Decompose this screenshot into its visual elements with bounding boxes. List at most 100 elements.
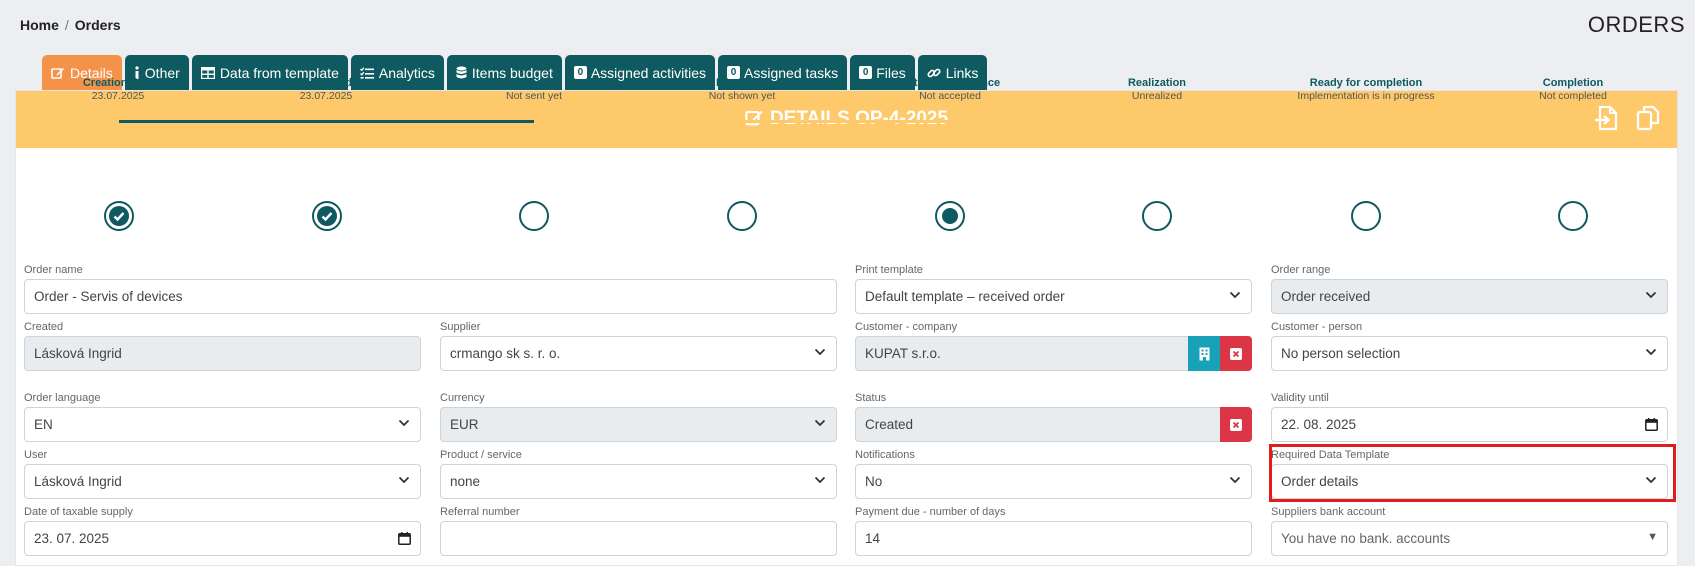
field-label: Payment due - number of days: [855, 506, 1006, 518]
step-creation-date: Creation date 23.07.2025: [18, 76, 218, 103]
field-label: Supplier: [440, 321, 481, 333]
chevron-down-icon: [814, 348, 826, 356]
calendar-icon[interactable]: [1645, 418, 1658, 431]
step-label: Date of acceptance: [899, 77, 1001, 89]
supplier-select[interactable]: crmango sk s. r. o.: [440, 336, 837, 371]
step-dot-pending: [1142, 201, 1172, 231]
status-field: Status Created: [855, 391, 1252, 442]
order-name-input[interactable]: Order - Servis of devices: [24, 279, 837, 314]
payment-due-input[interactable]: 14: [855, 521, 1252, 556]
order-range-select[interactable]: Order received: [1271, 279, 1668, 314]
user-select[interactable]: Lásková Ingrid: [24, 464, 421, 499]
field-label: Referral number: [440, 506, 520, 518]
step-date-of-acceptance: Date of acceptance Not accepted: [850, 76, 1050, 103]
user-field: User Lásková Ingrid: [24, 448, 421, 499]
date-of-taxable-supply-input[interactable]: 23. 07. 2025: [24, 521, 421, 556]
step-label: Ready for completion: [1309, 77, 1423, 89]
field-value: none: [450, 474, 481, 489]
step-label: Completion: [1542, 77, 1604, 89]
field-value: Default template – received order: [865, 289, 1065, 304]
customer-person-select[interactable]: No person selection: [1271, 336, 1668, 371]
field-label: Print template: [855, 264, 923, 276]
panel-title-text: DETAILS OP-4-2025: [769, 108, 949, 129]
suppliers-bank-account-field: Suppliers bank account You have no bank.…: [1271, 505, 1668, 556]
order-range-field: Order range Order received: [1271, 263, 1668, 314]
breadcrumb-home[interactable]: Home: [20, 17, 59, 33]
currency-select[interactable]: EUR: [440, 407, 837, 442]
step-value: Implementation is in progress: [1297, 90, 1435, 102]
step-value: Not completed: [1539, 90, 1607, 102]
customer-person-field: Customer - person No person selection: [1271, 320, 1668, 371]
field-label: Status: [855, 392, 887, 404]
step-value: 23.07.2025: [91, 90, 145, 102]
payment-due-field: Payment due - number of days 14: [855, 505, 1252, 556]
file-export-icon: [1595, 105, 1618, 131]
field-label: Order language: [24, 392, 101, 404]
status-input[interactable]: Created: [855, 407, 1252, 442]
product-service-select[interactable]: none: [440, 464, 837, 499]
step-dot-pending: [1558, 201, 1588, 231]
print-template-select[interactable]: Default template – received order: [855, 279, 1252, 314]
chevron-down-icon: [1645, 291, 1657, 299]
validity-until-field: Validity until 22. 08. 2025: [1271, 391, 1668, 442]
step-dot-current: [935, 201, 965, 231]
step-realization: Realization Unrealized: [1057, 76, 1257, 103]
export-file-button[interactable]: [1594, 105, 1620, 131]
step-dot-done: [312, 201, 342, 231]
clear-company-button[interactable]: [1220, 336, 1252, 371]
field-value: Created: [865, 417, 914, 432]
field-label: Order range: [1271, 264, 1331, 276]
product-service-field: Product / service none: [440, 448, 837, 499]
field-label: Order name: [24, 264, 83, 276]
referral-number-field: Referral number: [440, 505, 837, 556]
step-value: Not shown yet: [708, 90, 776, 102]
field-label: User: [24, 449, 48, 461]
top-bar: Home / Orders ORDERS: [0, 0, 1695, 50]
field-label: Suppliers bank account: [1271, 506, 1386, 518]
page-title: ORDERS: [1587, 12, 1685, 37]
breadcrumb-current[interactable]: Orders: [75, 17, 121, 33]
company-lookup-button[interactable]: [1188, 336, 1220, 371]
field-value: EN: [34, 417, 53, 432]
close-icon: [1230, 418, 1242, 431]
step-label: Last edited date: [284, 77, 368, 89]
customer-company-input[interactable]: KUPAT s.r.o.: [855, 336, 1252, 371]
field-label: Currency: [440, 392, 485, 404]
created-field: Created Lásková Ingrid: [24, 320, 421, 371]
notifications-select[interactable]: No: [855, 464, 1252, 499]
notifications-field: Notifications No: [855, 448, 1252, 499]
order-language-select[interactable]: EN: [24, 407, 421, 442]
progress-line-pending: [534, 120, 1574, 123]
field-value: No: [865, 474, 883, 489]
chevron-down-icon: [398, 419, 410, 427]
supplier-field: Supplier crmango sk s. r. o.: [440, 320, 837, 371]
field-label: Notifications: [855, 449, 915, 461]
field-value: Lásková Ingrid: [34, 474, 122, 489]
field-label: Customer - company: [855, 321, 958, 333]
close-icon: [1230, 347, 1242, 360]
step-value: Not sent yet: [505, 90, 563, 102]
created-input: Lásková Ingrid: [24, 336, 421, 371]
field-label: Customer - person: [1271, 321, 1363, 333]
step-dot-done: [104, 201, 134, 231]
check-circle-icon: [317, 206, 337, 226]
field-value: Order - Servis of devices: [34, 289, 183, 304]
step-value: Not accepted: [919, 90, 981, 102]
progress-line-completed: [119, 120, 534, 123]
chevron-down-icon: [398, 476, 410, 484]
customer-company-field: Customer - company KUPAT s.r.o.: [855, 320, 1252, 371]
field-value: EUR: [450, 417, 479, 432]
caret-down-icon: ▼: [1647, 531, 1658, 543]
copy-button[interactable]: [1636, 105, 1662, 131]
chevron-down-icon: [1645, 348, 1657, 356]
step-dot-pending: [727, 201, 757, 231]
clear-status-button[interactable]: [1220, 407, 1252, 442]
field-label: Created: [24, 321, 64, 333]
validity-until-date-input[interactable]: 22. 08. 2025: [1271, 407, 1668, 442]
print-template-field: Print template Default template – receiv…: [855, 263, 1252, 314]
calendar-icon[interactable]: [398, 532, 411, 545]
order-language-field: Order language EN: [24, 391, 421, 442]
field-value: 23. 07. 2025: [34, 531, 110, 546]
referral-number-input[interactable]: [440, 521, 837, 556]
suppliers-bank-account-select[interactable]: You have no bank. accounts ▼: [1271, 521, 1668, 556]
